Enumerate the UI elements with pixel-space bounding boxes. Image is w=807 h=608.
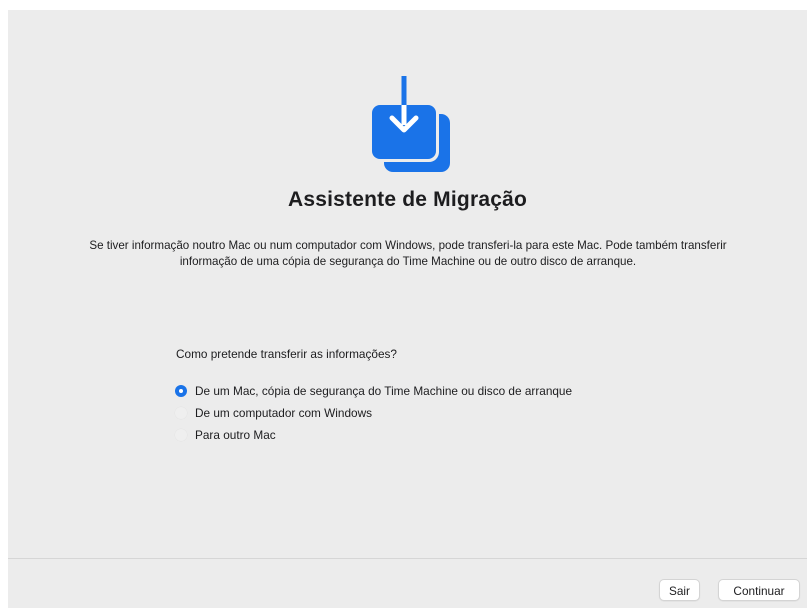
- main-content: Assistente de Migração Se tiver informaç…: [8, 10, 807, 557]
- continue-button[interactable]: Continuar: [718, 579, 800, 601]
- quit-button[interactable]: Sair: [659, 579, 700, 601]
- transfer-options: De um Mac, cópia de segurança do Time Ma…: [175, 380, 572, 446]
- migration-assistant-window: Assistente de Migração Se tiver informaç…: [8, 10, 807, 608]
- option-label: De um Mac, cópia de segurança do Time Ma…: [195, 384, 573, 398]
- radio-unselected[interactable]: [175, 407, 187, 419]
- option-from-mac[interactable]: De um Mac, cópia de segurança do Time Ma…: [175, 380, 572, 402]
- transfer-question: Como pretende transferir as informações?: [176, 347, 397, 361]
- option-to-another-mac[interactable]: Para outro Mac: [175, 424, 572, 446]
- option-label: De um computador com Windows: [195, 406, 373, 420]
- option-from-windows[interactable]: De um computador com Windows: [175, 402, 572, 424]
- radio-selected[interactable]: [175, 385, 187, 397]
- page-title: Assistente de Migração: [288, 188, 527, 211]
- radio-unselected[interactable]: [175, 429, 187, 441]
- option-label: Para outro Mac: [195, 428, 276, 442]
- migration-assistant-icon: [369, 76, 450, 172]
- page-description: Se tiver informação noutro Mac ou num co…: [89, 239, 727, 268]
- footer-bar: Sair Continuar: [8, 559, 807, 608]
